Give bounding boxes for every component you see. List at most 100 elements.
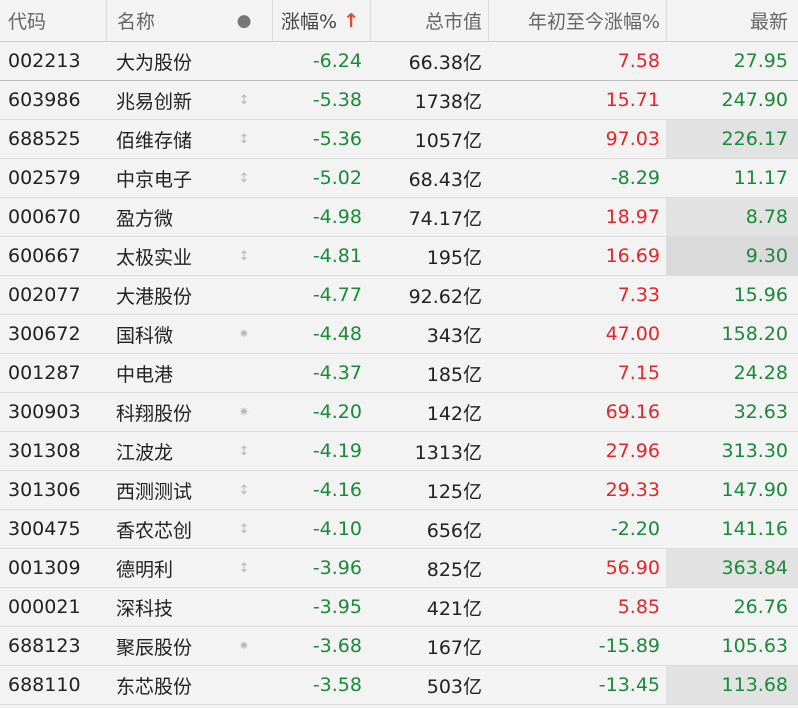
change-pct: -5.02 [312, 167, 362, 189]
last-price: 158.20 [721, 323, 788, 345]
ytd-change-pct: 5.85 [617, 596, 660, 618]
stock-name: 中电港 [116, 363, 174, 386]
stock-code: 301308 [8, 440, 81, 462]
last-price: 9.30 [666, 237, 798, 275]
stock-name: 盈方微 [116, 207, 174, 230]
ytd-change-pct: 69.16 [605, 401, 660, 423]
change-pct: -3.96 [312, 557, 362, 579]
last-price: 141.16 [721, 518, 788, 540]
change-pct: -4.37 [312, 362, 362, 384]
last-price: 27.95 [733, 50, 788, 72]
table-row[interactable]: 600667 太极实业 ↕ -4.81 195亿 16.69 9.30 [0, 237, 798, 276]
change-pct: -4.98 [312, 206, 362, 228]
table-row[interactable]: 688123 聚辰股份 ✷ -3.68 167亿 -15.89 105.63 [0, 627, 798, 666]
col-header-last[interactable]: 最新 [666, 0, 798, 41]
change-pct: -6.24 [312, 50, 362, 72]
last-price: 26.76 [733, 596, 788, 618]
col-header-ytd[interactable]: 年初至今涨幅% [488, 0, 666, 41]
market-cap: 167亿 [426, 636, 482, 659]
col-header-cap[interactable]: 总市值 [370, 0, 488, 41]
market-cap: 92.62亿 [408, 285, 482, 308]
stock-code: 300903 [8, 401, 81, 423]
table-header: 代码 名称 ● 涨幅% ↑ 总市值 年初至今涨幅% 最新 [0, 0, 798, 42]
last-price: 247.90 [721, 89, 788, 111]
stock-code: 001309 [8, 557, 81, 579]
table-row[interactable]: 000670 盈方微 -4.98 74.17亿 18.97 8.78 [0, 198, 798, 237]
table-row[interactable]: 001287 中电港 -4.37 185亿 7.15 24.28 [0, 354, 798, 393]
change-pct: -3.68 [312, 635, 362, 657]
stock-name: 德明利 [116, 558, 174, 581]
stock-name: 兆易创新 [116, 90, 193, 113]
stock-name: 大港股份 [116, 285, 193, 308]
last-price: 105.63 [721, 635, 788, 657]
market-cap: 68.43亿 [408, 168, 482, 191]
market-cap: 1738亿 [414, 90, 482, 113]
col-header-name[interactable]: 名称 [106, 0, 216, 41]
ytd-change-pct: 27.96 [605, 440, 660, 462]
table-row[interactable]: 002579 中京电子 ↕ -5.02 68.43亿 -8.29 11.17 [0, 159, 798, 198]
table-row[interactable]: 603986 兆易创新 ↕ -5.38 1738亿 15.71 247.90 [0, 81, 798, 120]
stock-table: 代码 名称 ● 涨幅% ↑ 总市值 年初至今涨幅% 最新 002213 大为股份 -… [0, 0, 798, 705]
stock-code: 300672 [8, 323, 81, 345]
stock-name: 西测测试 [116, 480, 193, 503]
ytd-change-pct: 97.03 [605, 128, 660, 150]
ytd-change-pct: -13.45 [598, 674, 660, 696]
last-price: 313.30 [721, 440, 788, 462]
last-price: 363.84 [666, 549, 798, 587]
table-row[interactable]: 001309 德明利 ↕ -3.96 825亿 56.90 363.84 [0, 549, 798, 588]
last-price: 15.96 [733, 284, 788, 306]
change-pct: -5.36 [312, 128, 362, 150]
market-cap: 185亿 [426, 363, 482, 386]
table-row[interactable]: 300672 国科微 ✷ -4.48 343亿 47.00 158.20 [0, 315, 798, 354]
table-row[interactable]: 300903 科翔股份 ✷ -4.20 142亿 69.16 32.63 [0, 393, 798, 432]
table-row[interactable]: 300475 香农芯创 ↕ -4.10 656亿 -2.20 141.16 [0, 510, 798, 549]
star-burst-icon: ✷ [238, 638, 250, 654]
stock-name: 国科微 [116, 324, 174, 347]
change-pct: -4.10 [312, 518, 362, 540]
table-row[interactable]: 301308 江波龙 ↕ -4.19 1313亿 27.96 313.30 [0, 432, 798, 471]
stock-code: 000670 [8, 206, 81, 228]
stock-name: 聚辰股份 [116, 636, 193, 659]
stock-code: 001287 [8, 362, 81, 384]
table-row[interactable]: 688110 东芯股份 -3.58 503亿 -13.45 113.68 [0, 666, 798, 705]
table-row[interactable]: 301306 西测测试 ↕ -4.16 125亿 29.33 147.90 [0, 471, 798, 510]
stock-name: 江波龙 [116, 441, 174, 464]
ytd-change-pct: 29.33 [605, 479, 660, 501]
stock-code: 688110 [8, 674, 81, 696]
ytd-change-pct: -2.20 [610, 518, 660, 540]
stock-code: 603986 [8, 89, 81, 111]
stock-code: 301306 [8, 479, 81, 501]
change-pct: -4.19 [312, 440, 362, 462]
table-row[interactable]: 002077 大港股份 -4.77 92.62亿 7.33 15.96 [0, 276, 798, 315]
stock-code: 002579 [8, 167, 81, 189]
market-cap: 421亿 [426, 597, 482, 620]
change-pct: -4.16 [312, 479, 362, 501]
market-cap: 142亿 [426, 402, 482, 425]
ytd-change-pct: 56.90 [605, 557, 660, 579]
table-row[interactable]: 002213 大为股份 -6.24 66.38亿 7.58 27.95 [0, 42, 798, 81]
col-header-dot[interactable]: ● [216, 0, 272, 41]
market-cap: 195亿 [426, 246, 482, 269]
stock-name: 大为股份 [116, 51, 193, 74]
last-price: 226.17 [666, 120, 798, 158]
col-header-code[interactable]: 代码 [0, 0, 106, 41]
stock-name: 东芯股份 [116, 675, 193, 698]
table-row[interactable]: 000021 深科技 -3.95 421亿 5.85 26.76 [0, 588, 798, 627]
last-price: 24.28 [733, 362, 788, 384]
sort-arrow-icon: ↑ [343, 9, 360, 32]
stock-code: 600667 [8, 245, 81, 267]
stock-name: 太极实业 [116, 246, 193, 269]
col-header-change[interactable]: 涨幅% ↑ [272, 0, 370, 41]
market-cap: 825亿 [426, 558, 482, 581]
stock-code: 002077 [8, 284, 81, 306]
up-down-arrows-icon: ↕ [238, 443, 250, 459]
col-header-last-label: 最新 [749, 11, 788, 33]
up-down-arrows-icon: ↕ [238, 248, 250, 264]
change-pct: -3.58 [312, 674, 362, 696]
up-down-arrows-icon: ↕ [238, 170, 250, 186]
stock-name: 深科技 [116, 597, 174, 620]
table-row[interactable]: 688525 佰维存储 ↕ -5.36 1057亿 97.03 226.17 [0, 120, 798, 159]
ytd-change-pct: 7.58 [617, 50, 660, 72]
market-cap: 503亿 [426, 675, 482, 698]
col-header-name-label: 名称 [117, 11, 156, 33]
